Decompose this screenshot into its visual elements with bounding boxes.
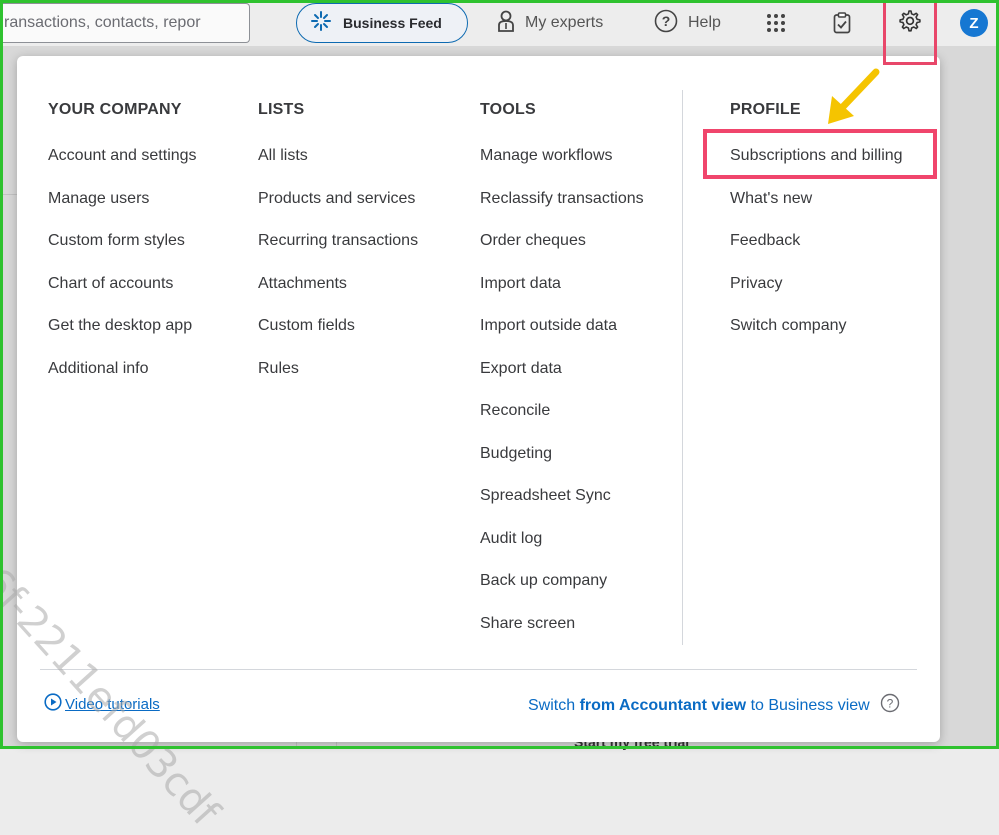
column-heading: LISTS — [258, 101, 305, 118]
search-box[interactable] — [0, 3, 250, 43]
menu-item-rules[interactable]: Rules — [258, 360, 418, 403]
menu-item-order-cheques[interactable]: Order cheques — [480, 232, 644, 275]
menu-item-custom-fields[interactable]: Custom fields — [258, 317, 418, 360]
sparkle-icon — [311, 10, 331, 36]
menu-item-reconcile[interactable]: Reconcile — [480, 402, 644, 445]
column-heading: YOUR COMPANY — [48, 101, 182, 118]
switch-view-link[interactable]: Switch from Accountant view to Business … — [528, 693, 900, 718]
bg-divider — [0, 194, 17, 195]
menu-item-custom-form-styles[interactable]: Custom form styles — [48, 232, 197, 275]
column-divider — [682, 90, 683, 645]
menu-item-manage-users[interactable]: Manage users — [48, 190, 197, 233]
column-lists: LISTS All lists Products and services Re… — [258, 101, 418, 402]
menu-item-all-lists[interactable]: All lists — [258, 147, 418, 190]
settings-gear-highlight[interactable] — [883, 0, 937, 65]
menu-item-privacy[interactable]: Privacy — [730, 275, 903, 318]
arrow-icon — [824, 66, 884, 133]
svg-text:?: ? — [662, 13, 671, 29]
menu-item-share-screen[interactable]: Share screen — [480, 615, 644, 658]
menu-item-additional-info[interactable]: Additional info — [48, 360, 197, 403]
switch-to-text: to Business view — [746, 696, 870, 714]
search-input[interactable] — [0, 4, 249, 42]
column-heading: TOOLS — [480, 101, 536, 118]
help-icon[interactable]: ? — [880, 693, 900, 718]
menu-item-manage-workflows[interactable]: Manage workflows — [480, 147, 644, 190]
menu-item-chart-of-accounts[interactable]: Chart of accounts — [48, 275, 197, 318]
menu-item-products-services[interactable]: Products and services — [258, 190, 418, 233]
menu-item-attachments[interactable]: Attachments — [258, 275, 418, 318]
switch-from-text: from Accountant view — [579, 696, 747, 714]
clipboard-check-icon[interactable] — [827, 8, 857, 38]
gear-icon[interactable] — [898, 9, 922, 38]
menu-item-import-data[interactable]: Import data — [480, 275, 644, 318]
svg-text:?: ? — [886, 697, 893, 711]
menu-item-audit-log[interactable]: Audit log — [480, 530, 644, 573]
menu-item-switch-company[interactable]: Switch company — [730, 317, 903, 360]
menu-item-recurring-transactions[interactable]: Recurring transactions — [258, 232, 418, 275]
menu-item-budgeting[interactable]: Budgeting — [480, 445, 644, 488]
menu-item-whats-new[interactable]: What's new — [730, 190, 903, 233]
my-experts-button[interactable]: My experts — [497, 3, 603, 43]
menu-item-reclassify-transactions[interactable]: Reclassify transactions — [480, 190, 644, 233]
subscriptions-billing-highlight — [703, 129, 937, 179]
help-label: Help — [688, 14, 721, 31]
column-tools: TOOLS Manage workflows Reclassify transa… — [480, 101, 644, 657]
business-feed-button[interactable]: Business Feed — [296, 3, 468, 43]
footer-divider — [40, 669, 917, 670]
menu-item-export-data[interactable]: Export data — [480, 360, 644, 403]
menu-item-import-outside-data[interactable]: Import outside data — [480, 317, 644, 360]
apps-grid-icon[interactable] — [761, 8, 791, 38]
avatar[interactable]: Z — [960, 9, 988, 37]
menu-item-spreadsheet-sync[interactable]: Spreadsheet Sync — [480, 487, 644, 530]
switch-prefix: Switch — [528, 696, 580, 714]
play-circle-icon — [44, 693, 62, 715]
my-experts-label: My experts — [525, 14, 604, 31]
expert-icon — [497, 10, 515, 37]
menu-item-feedback[interactable]: Feedback — [730, 232, 903, 275]
help-icon: ? — [654, 9, 678, 38]
menu-item-account-settings[interactable]: Account and settings — [48, 147, 197, 190]
column-your-company: YOUR COMPANY Account and settings Manage… — [48, 101, 197, 402]
menu-item-back-up-company[interactable]: Back up company — [480, 572, 644, 615]
menu-item-desktop-app[interactable]: Get the desktop app — [48, 317, 197, 360]
help-button[interactable]: ? Help — [654, 3, 721, 43]
top-bar: Business Feed My experts ? Help — [0, 0, 999, 46]
business-feed-label: Business Feed — [343, 15, 442, 31]
